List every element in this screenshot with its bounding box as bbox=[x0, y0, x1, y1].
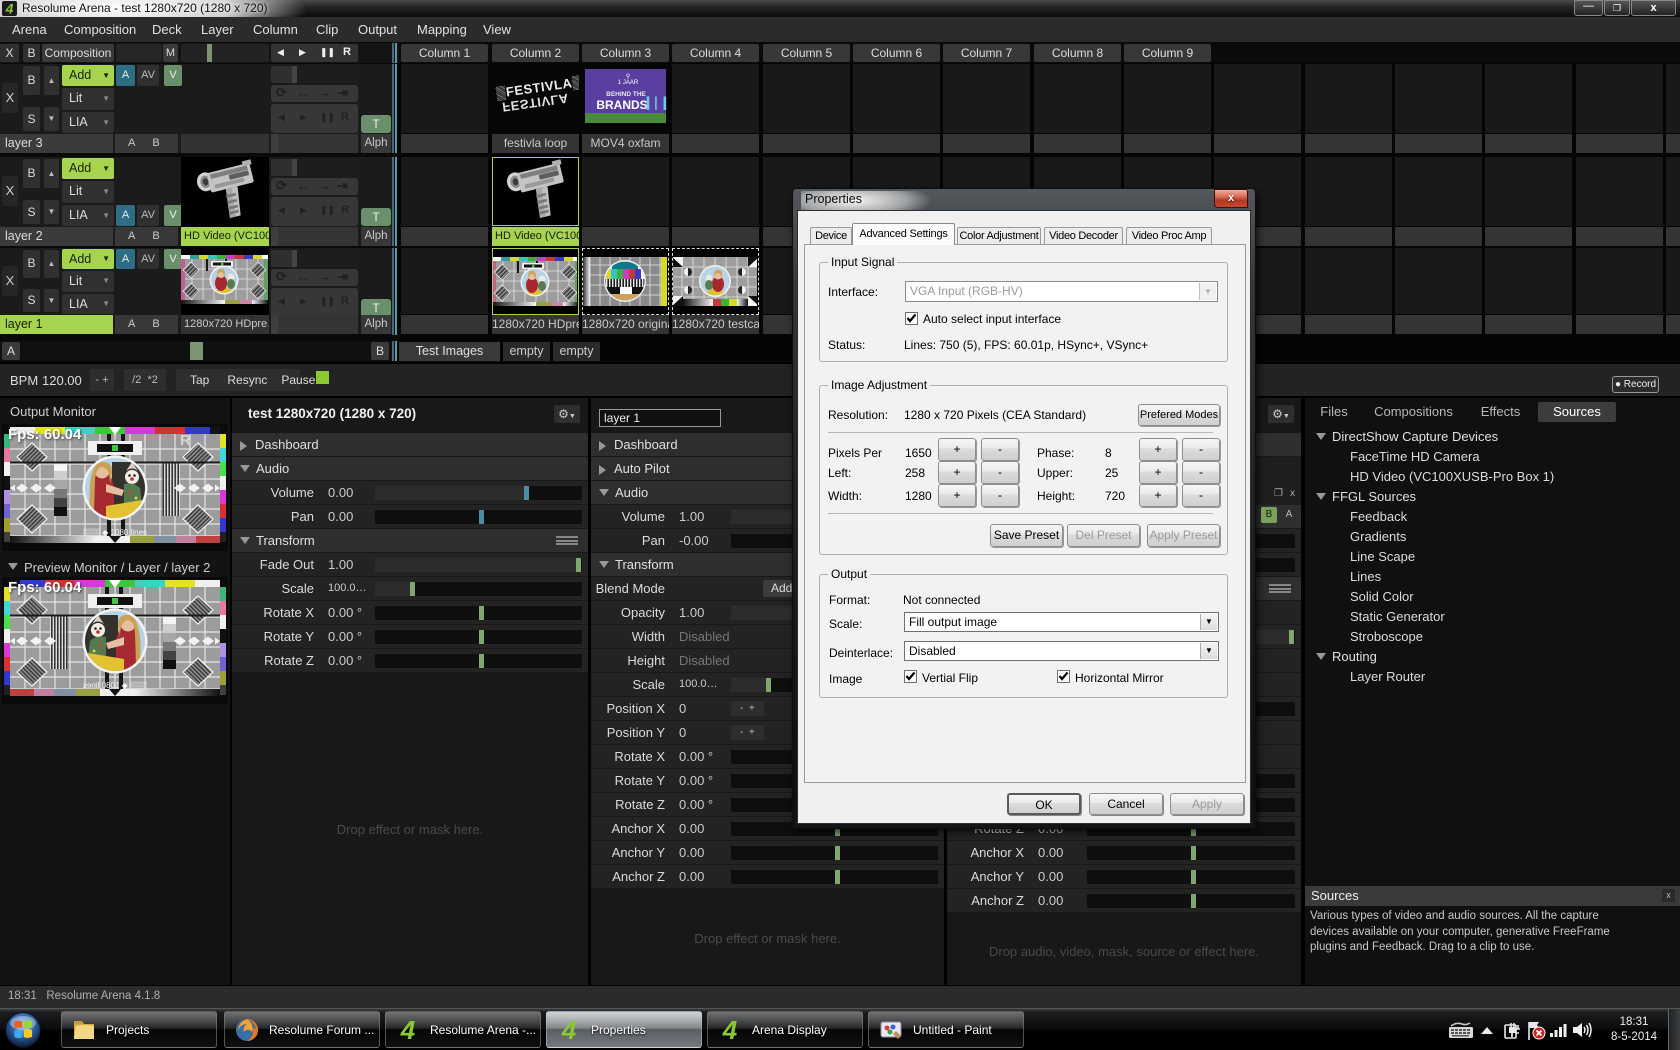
svg-text:4: 4 bbox=[400, 1017, 416, 1043]
svg-text:4: 4 bbox=[561, 1017, 577, 1043]
svg-text:4: 4 bbox=[722, 1017, 738, 1043]
svg-text:4: 4 bbox=[5, 1, 14, 16]
